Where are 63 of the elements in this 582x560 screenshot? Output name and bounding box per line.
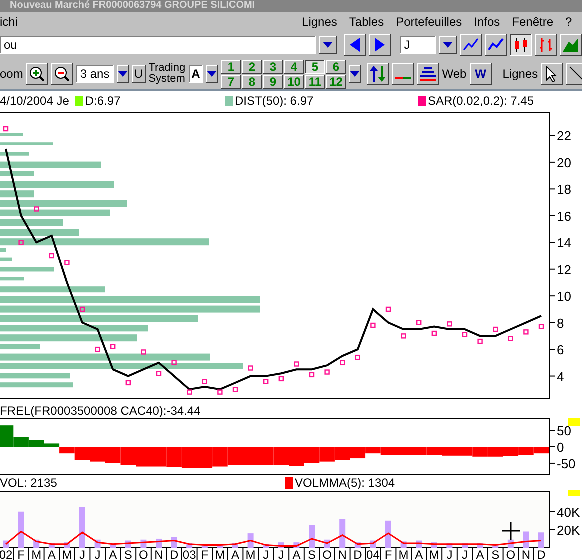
axis-label: 16: [557, 208, 572, 224]
month-label: F: [18, 548, 25, 560]
month-label: A: [109, 548, 118, 560]
legend-label: DIST(50): 6.97: [234, 94, 314, 108]
zoom-label: oom: [0, 67, 24, 81]
month-label: M: [215, 548, 226, 560]
trading-system-label: Trading System: [148, 63, 186, 85]
month-label: N: [154, 548, 164, 560]
axis-label: 0: [557, 440, 564, 455]
month-label: S: [124, 548, 132, 560]
month-label: O: [322, 548, 332, 560]
month-label: J: [80, 548, 86, 560]
axis-label: 18: [557, 182, 572, 198]
month-label: F: [384, 548, 392, 560]
month-label: D: [170, 548, 179, 560]
month-label: A: [292, 548, 301, 560]
axis-label: 14: [557, 236, 572, 251]
axis-label: 12: [557, 262, 572, 278]
month-label: 04: [366, 548, 380, 560]
month-label: M: [398, 548, 409, 560]
month-label: A: [232, 548, 240, 560]
web-label: Web: [442, 67, 467, 81]
date-label: 4/10/2004 Je: [0, 94, 70, 108]
month-label: S: [492, 548, 500, 560]
month-label: J: [462, 548, 468, 560]
month-label: M: [32, 548, 42, 560]
month-label: N: [522, 548, 531, 560]
axis-label: 22: [557, 128, 572, 144]
month-label: D: [354, 548, 362, 560]
axis-label: 20K: [557, 522, 580, 538]
axis-label: 20: [557, 155, 572, 170]
month-label: D: [537, 548, 546, 560]
window-title: Nouveau Marché FR0000063794 GROUPE SILICOMI: [0, 0, 582, 12]
month-label: O: [506, 548, 516, 560]
lines-label: Lignes: [502, 67, 538, 81]
month-label: S: [308, 548, 316, 560]
month-label: F: [201, 548, 209, 560]
legend-label: D:6.97: [85, 94, 121, 108]
axis-label: 6: [557, 342, 564, 358]
month-label: 02: [0, 548, 13, 560]
axis-label: 10: [557, 289, 572, 304]
axis-label: 50: [557, 424, 572, 439]
month-label: M: [246, 548, 256, 560]
month-label: A: [415, 548, 424, 560]
month-label: A: [476, 548, 484, 560]
axis-label: 4: [557, 369, 564, 384]
month-label: 03: [182, 548, 196, 560]
month-label: M: [62, 548, 72, 560]
month-label: A: [48, 548, 56, 560]
axis-label: 40K: [557, 504, 580, 520]
month-label: J: [446, 548, 453, 560]
legend-label: VOLMMA(5): 1304: [295, 477, 396, 490]
month-label: J: [278, 548, 284, 560]
month-label: J: [94, 548, 101, 560]
axis-label: -50: [557, 456, 576, 472]
indicator-label: FREL(FR0003500008 CAC40):-34.44: [0, 405, 201, 418]
month-label: M: [429, 548, 440, 560]
month-label: J: [263, 548, 270, 560]
legend-label: SAR(0.02,0.2): 7.45: [428, 94, 534, 108]
month-label: O: [139, 548, 148, 560]
month-label: N: [338, 548, 347, 560]
axis-label: 8: [557, 316, 564, 331]
volume-label: VOL: 2135: [0, 477, 58, 490]
